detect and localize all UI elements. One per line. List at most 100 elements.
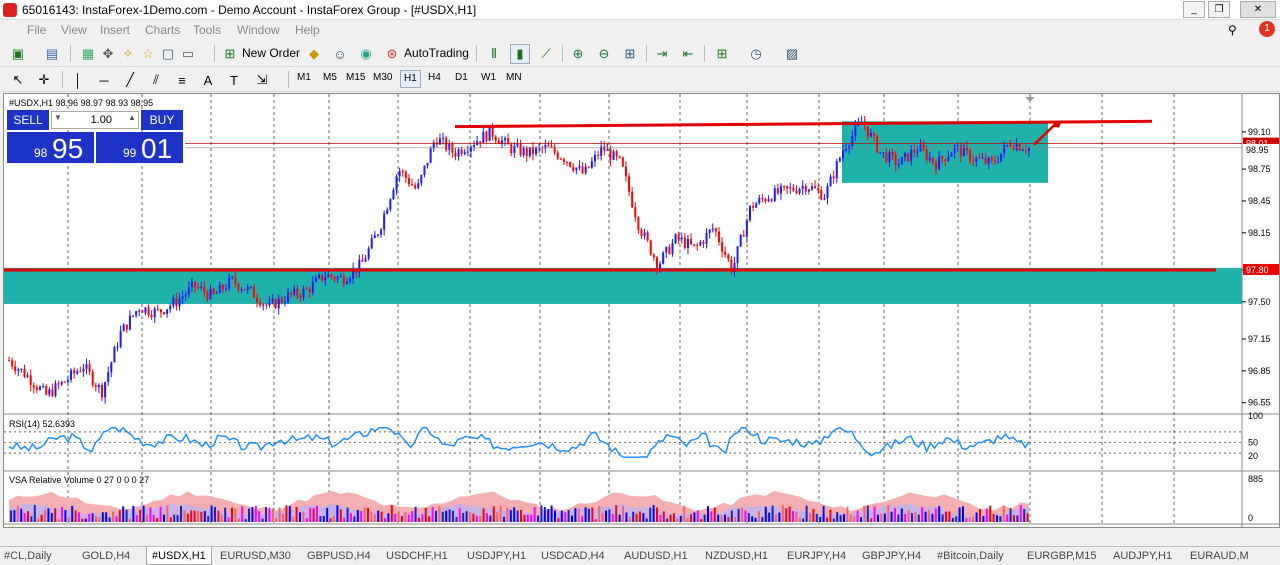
chart-tab[interactable]: GBPJPY,H4	[862, 549, 921, 565]
candle	[429, 146, 432, 164]
templates-icon[interactable]: ▨	[782, 44, 802, 64]
close-button[interactable]: ✕	[1240, 1, 1276, 18]
lot-decrease-icon[interactable]: ▼	[54, 113, 62, 122]
chart-tab[interactable]: USDJPY,H1	[467, 549, 526, 565]
periods-icon[interactable]: ◷	[746, 44, 766, 64]
chart-tab[interactable]: #CL,Daily	[4, 549, 52, 565]
text-label-icon[interactable]: T	[224, 70, 244, 90]
crosshair-icon[interactable]: ✛	[34, 70, 54, 90]
fibonacci-icon[interactable]: ≡	[172, 70, 192, 90]
volume-bar	[588, 508, 590, 522]
arrows-icon[interactable]: ⇲	[252, 70, 272, 90]
timeframe-m30[interactable]: M30	[373, 72, 392, 83]
chart-window[interactable]: 1005020 8850 28 Feb 202228 Feb 23:001 Ma…	[3, 93, 1280, 538]
zoom-out-icon[interactable]: ⊖	[594, 44, 614, 64]
candle-body	[39, 386, 42, 390]
timeframe-h4[interactable]: H4	[428, 72, 441, 83]
line-chart-icon[interactable]: ⟋	[536, 44, 556, 64]
autotrading-button[interactable]: AutoTrading	[404, 46, 469, 60]
consolidation-zone	[842, 121, 1048, 183]
cursor-icon[interactable]: ↖	[8, 70, 28, 90]
sell-price[interactable]: 98 95	[7, 132, 94, 164]
chart-tab[interactable]: EURAUD,M	[1190, 549, 1249, 565]
menu-view[interactable]: View	[61, 23, 87, 37]
horizontal-line-icon[interactable]: ─	[94, 70, 114, 90]
chart-tab[interactable]: GBPUSD,H4	[307, 549, 371, 565]
lot-increase-icon[interactable]: ▲	[128, 113, 136, 122]
candle	[63, 381, 66, 383]
candle	[745, 218, 748, 243]
menu-help[interactable]: Help	[295, 23, 320, 37]
tile-windows-icon[interactable]: ⊞	[620, 44, 640, 64]
timeframe-mn[interactable]: MN	[506, 72, 522, 83]
timeframe-h1[interactable]: H1	[400, 70, 421, 88]
data-window-icon[interactable]: ✥	[98, 44, 118, 64]
meta-editor-icon[interactable]: ◆	[304, 44, 324, 64]
search-icon[interactable]: ⚲	[1228, 23, 1237, 37]
timeframe-m1[interactable]: M1	[297, 72, 311, 83]
trendline-icon[interactable]: ╱	[120, 70, 140, 90]
new-order-button[interactable]: New Order	[242, 46, 300, 60]
candle-body	[256, 298, 259, 302]
lot-size-input[interactable]: 1.00	[51, 111, 139, 129]
volume-bar	[30, 516, 33, 522]
chart-tab[interactable]: EURJPY,H4	[787, 549, 846, 565]
timeframe-d1[interactable]: D1	[455, 72, 468, 83]
new-chart-icon[interactable]: ▣	[8, 44, 28, 64]
chart-tab[interactable]: USDCHF,H1	[386, 549, 448, 565]
chart-tab[interactable]: EURGBP,M15	[1027, 549, 1097, 565]
candle	[516, 138, 519, 148]
menu-window[interactable]: Window	[237, 23, 280, 37]
autotrading-icon[interactable]: ⊛	[382, 44, 402, 64]
chart-shift-icon[interactable]: ⇤	[678, 44, 698, 64]
volume-bar	[50, 513, 53, 522]
menu-file[interactable]: File	[27, 23, 46, 37]
candle	[26, 372, 29, 379]
chart-tab[interactable]: #USDX,H1	[146, 547, 212, 565]
bar-chart-icon[interactable]: ⫴	[484, 44, 504, 64]
minimize-button[interactable]: _	[1183, 1, 1205, 18]
menu-insert[interactable]: Insert	[100, 23, 130, 37]
candlestick-chart-icon[interactable]: ▮	[510, 44, 530, 64]
text-tool-icon[interactable]: A	[198, 70, 218, 90]
volume-bar	[720, 514, 723, 522]
chart-window-icon[interactable]: ▭	[178, 44, 198, 64]
restore-button[interactable]: ❐	[1208, 1, 1230, 18]
chart-tab[interactable]: AUDJPY,H1	[1113, 549, 1172, 565]
timeframe-m5[interactable]: M5	[323, 72, 337, 83]
buy-price[interactable]: 99 01	[96, 132, 183, 164]
volume-bar	[775, 514, 777, 522]
auto-scroll-icon[interactable]: ⇥	[652, 44, 672, 64]
market-watch-icon[interactable]: ▦	[78, 44, 98, 64]
price-chart[interactable]: 1005020 8850 28 Feb 202228 Feb 23:001 Ma…	[4, 94, 1279, 538]
chart-tab[interactable]: NZDUSD,H1	[705, 549, 768, 565]
new-order-icon[interactable]: ⊞	[220, 44, 240, 64]
profiles-icon[interactable]: ▤	[42, 44, 62, 64]
notification-badge[interactable]: 1	[1259, 21, 1275, 37]
chart-tab[interactable]: #Bitcoin,Daily	[937, 549, 1004, 565]
zoom-in-icon[interactable]: ⊕	[568, 44, 588, 64]
chart-tab[interactable]: AUDUSD,H1	[624, 549, 688, 565]
volume-bar	[1019, 505, 1022, 522]
volume-bar	[343, 517, 346, 522]
equidistant-channel-icon[interactable]: ⫽	[146, 70, 166, 90]
terminal-icon[interactable]: ☆	[138, 44, 158, 64]
sell-button[interactable]: SELL	[7, 110, 49, 130]
signals-icon[interactable]: ☺	[330, 44, 350, 64]
timeframe-w1[interactable]: W1	[481, 72, 496, 83]
volume-bar	[734, 517, 737, 522]
strategy-tester-icon[interactable]: ▢	[158, 44, 178, 64]
volume-bar	[356, 509, 359, 522]
buy-button[interactable]: BUY	[141, 110, 183, 130]
indicators-icon[interactable]: ⊞	[712, 44, 732, 64]
vertical-line-icon[interactable]: │	[68, 70, 88, 90]
market-icon[interactable]: ◉	[356, 44, 376, 64]
chart-tab[interactable]: USDCAD,H4	[541, 549, 605, 565]
chart-tab[interactable]: GOLD,H4	[82, 549, 130, 565]
menu-tools[interactable]: Tools	[193, 23, 221, 37]
navigator-icon[interactable]: ✧	[118, 44, 138, 64]
timeframe-m15[interactable]: M15	[346, 72, 365, 83]
candle-body	[398, 170, 401, 177]
menu-charts[interactable]: Charts	[145, 23, 180, 37]
chart-tab[interactable]: EURUSD,M30	[220, 549, 291, 565]
